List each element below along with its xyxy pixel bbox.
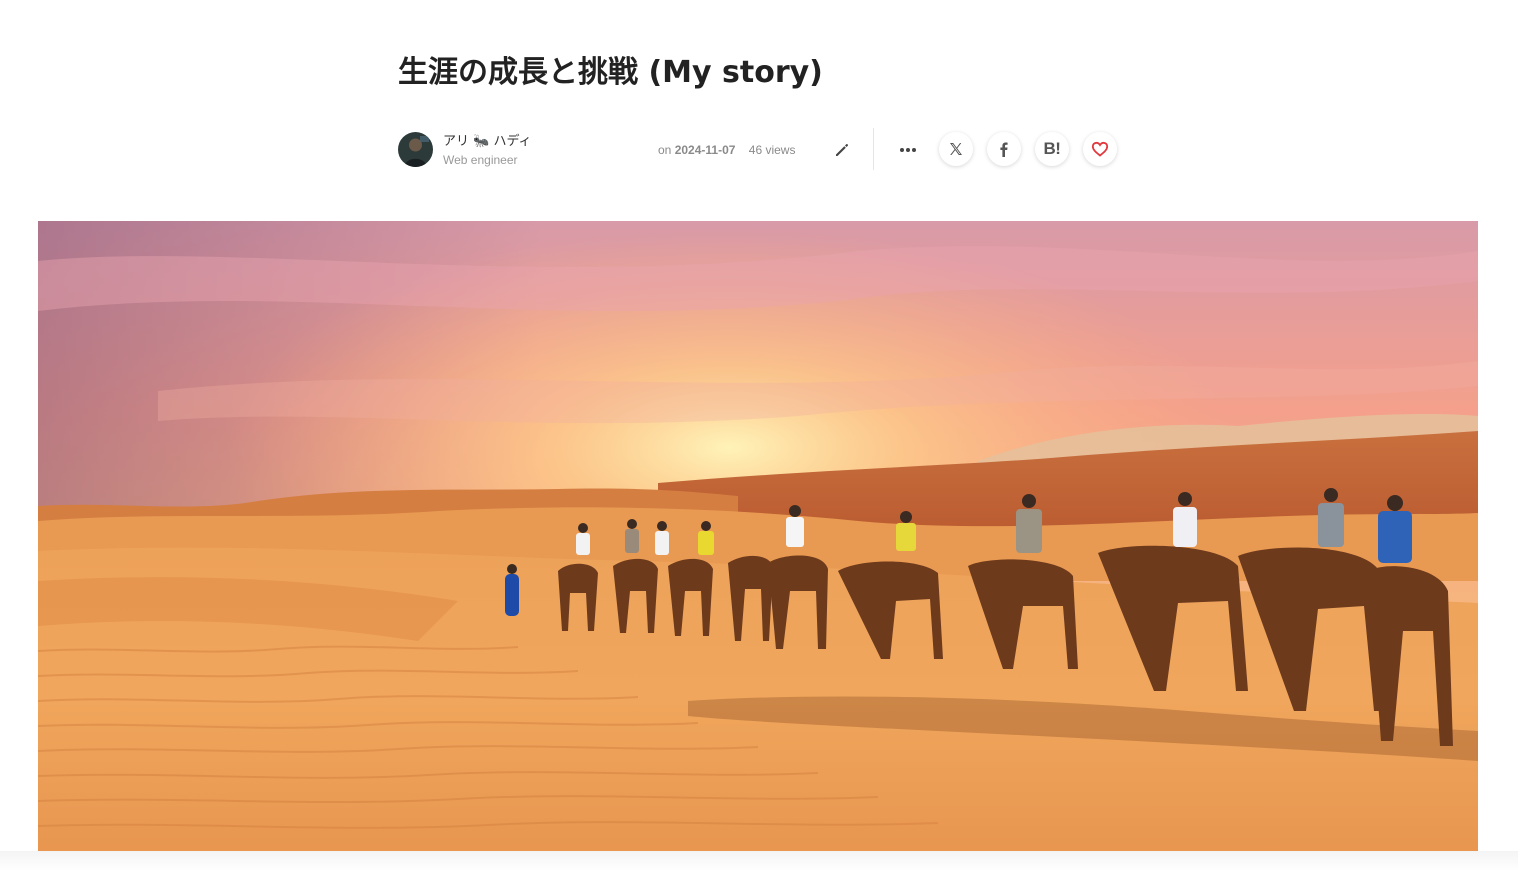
author-avatar[interactable] (398, 132, 433, 167)
post-date: 2024-11-07 (674, 143, 736, 157)
author-name[interactable]: アリ 🐜 ハディ (443, 134, 532, 150)
share-hatena-bookmark-button[interactable]: B! (1035, 132, 1069, 166)
hero-image (38, 221, 1478, 851)
post-meta: on 2024-11-07 46 views (658, 142, 795, 158)
heart-icon (1091, 141, 1109, 157)
post-date-prefix: on (658, 143, 672, 157)
meta-divider (873, 128, 874, 170)
share-x-button[interactable] (939, 132, 973, 166)
like-button[interactable] (1083, 132, 1117, 166)
post-views: 46 views (748, 143, 796, 157)
more-options-button[interactable] (895, 140, 921, 160)
x-logo-icon (950, 143, 962, 155)
author-role: Web engineer (443, 153, 518, 167)
facebook-icon (1000, 142, 1008, 157)
hatena-bookmark-icon: B! (1043, 139, 1061, 158)
edit-button[interactable] (832, 140, 852, 160)
article-title: 生涯の成長と挑戦 (My story) (398, 55, 823, 90)
more-horizontal-icon (900, 148, 916, 152)
article-meta-bar: アリ 🐜 ハディ Web engineer on 2024-11-07 46 v… (398, 128, 1120, 172)
page-bottom-edge (0, 851, 1518, 871)
pencil-icon (836, 143, 849, 156)
share-facebook-button[interactable] (987, 132, 1021, 166)
